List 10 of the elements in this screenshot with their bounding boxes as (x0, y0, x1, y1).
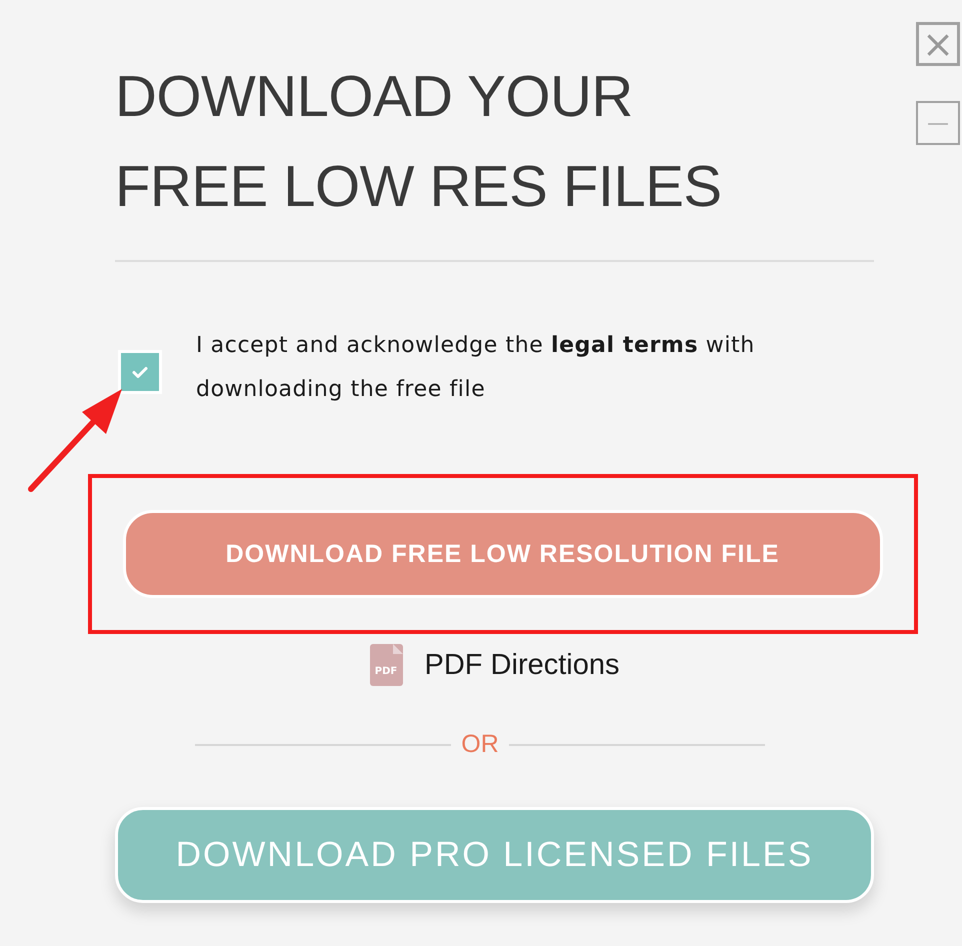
close-button[interactable]: × (916, 22, 960, 66)
download-pro-button[interactable]: DOWNLOAD PRO LICENSED FILES (115, 807, 874, 903)
minimize-button[interactable]: — (916, 101, 960, 145)
dialog-title: DOWNLOAD YOUR FREE LOW RES FILES (115, 63, 723, 221)
terms-label: I accept and acknowledge the legal terms with downloading the free file (196, 332, 756, 404)
pdf-file-icon: PDF (370, 644, 402, 686)
pdf-directions-link[interactable]: PDF Directions (424, 648, 620, 682)
download-free-button[interactable]: DOWNLOAD FREE LOW RESOLUTION FILE (122, 510, 882, 598)
or-separator: OR (461, 730, 499, 759)
checkbox[interactable] (118, 350, 162, 394)
